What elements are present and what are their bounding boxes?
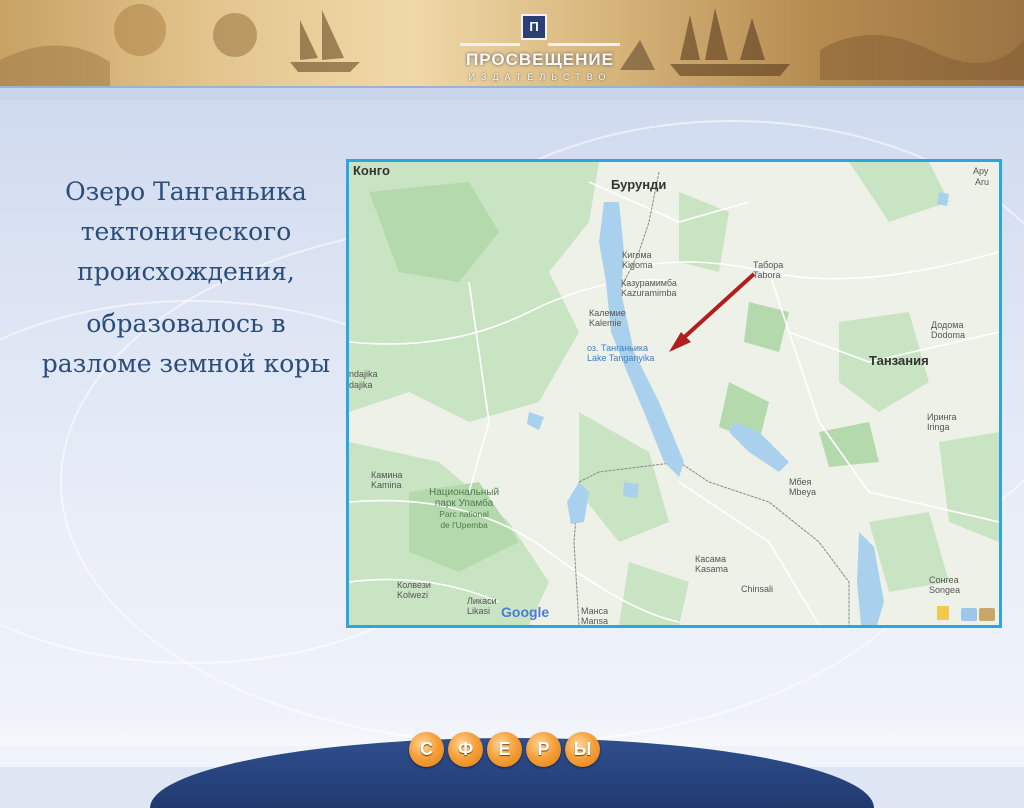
park-name-ru-2: парк Упамба (434, 498, 494, 509)
google-logo: Google (501, 604, 550, 620)
map-label-kalemie-en: Kalemie (589, 318, 622, 328)
map-label-tanzania: Танзания (869, 353, 929, 368)
text-line-2: образовалось в разломе земной коры (41, 309, 331, 378)
map-label-kamina-en: Kamina (371, 480, 402, 490)
footer-letter-s: С (409, 732, 444, 767)
map-label-mansa-en: Mansa (581, 616, 609, 626)
map-attribution: Google (501, 604, 549, 620)
map-label-dodoma-ru: Додома (931, 320, 964, 330)
map-label-arusha-en: Aru (975, 177, 990, 187)
map-label-kamina-ru: Камина (371, 470, 403, 480)
map-label-upemba-park: Национальный парк Упамба Parc national d… (429, 487, 499, 531)
logo-rule-right (548, 43, 620, 46)
footer-letter-f: Ф (448, 732, 483, 767)
map-satellite-control[interactable] (979, 608, 995, 621)
park-name-fr-2: de l'Upemba (440, 520, 488, 530)
map-label-dodoma-en: Dodoma (931, 330, 966, 340)
map-label-kalemie-ru: Калемие (589, 308, 626, 318)
footer-letter-e: Е (487, 732, 522, 767)
map-label-songea-ru: Сонгеа (929, 575, 959, 585)
map-label-kasama-ru: Касама (695, 554, 726, 564)
map-label-kigoma-ru: Кигома (622, 250, 652, 260)
publisher-logo-icon: П (521, 14, 547, 40)
map-label-lake-en: Lake Tanganyika (587, 353, 655, 363)
map-label-lake-ru: оз. Танганьика (587, 343, 649, 353)
map-label-kabinda-ru: ndajika (349, 369, 378, 379)
map-label-tabora-ru: Табора (753, 260, 784, 270)
map-label-iringa-en: Iringa (927, 422, 950, 432)
map-label-songea-en: Songea (929, 585, 961, 595)
map-label-tabora-en: Tabora (753, 270, 781, 280)
map-label-congo: Конго (353, 163, 390, 178)
map-label-kabinda-en: dajika (349, 380, 373, 390)
map-label-kazuramimba-ru: Казурамимба (621, 278, 677, 288)
footer-letter-r: Р (526, 732, 561, 767)
map-label-likasi-en: Likasi (467, 606, 491, 616)
footer-letter-y: Ы (565, 732, 600, 767)
publisher-name: ПРОСВЕЩЕНИЕ (466, 50, 614, 69)
map-image: Конго Бурунди Ару Aru Кигома Kigoma Казу… (346, 159, 1002, 628)
map-type-control[interactable] (961, 608, 977, 621)
map-label-burundi: Бурунди (611, 177, 667, 192)
park-name-ru-1: Национальный (429, 487, 500, 498)
map-label-kolwezi-en: Kolwezi (397, 590, 429, 600)
map-label-likasi-ru: Ликаси (467, 596, 497, 606)
slide-text: Озеро Танганьика тектонического происхож… (30, 172, 342, 384)
map-label-arusha-ru: Ару (973, 166, 989, 176)
map-label-kolwezi-ru: Колвези (397, 580, 431, 590)
map-label-mbeya-en: Mbeya (789, 487, 817, 497)
map-label-chinsali: Chinsali (741, 584, 774, 594)
logo-rule-left (460, 43, 520, 46)
map-label-kazuramimba-en: Kazuramimba (621, 288, 677, 298)
publisher-subtitle: ИЗДАТЕЛЬСТВО (468, 72, 612, 82)
map-label-kigoma-en: Kigoma (622, 260, 653, 270)
map-label-mansa-ru: Манса (581, 606, 609, 616)
map-terrain (349, 162, 999, 625)
text-line-1: Озеро Танганьика тектонического происхож… (65, 177, 307, 286)
header-band (0, 86, 1024, 100)
map-label-iringa-ru: Иринга (927, 412, 957, 422)
map-label-kasama-en: Kasama (695, 564, 729, 574)
park-name-fr-1: Parc national (439, 509, 489, 519)
map-label-mbeya-ru: Мбея (789, 477, 812, 487)
